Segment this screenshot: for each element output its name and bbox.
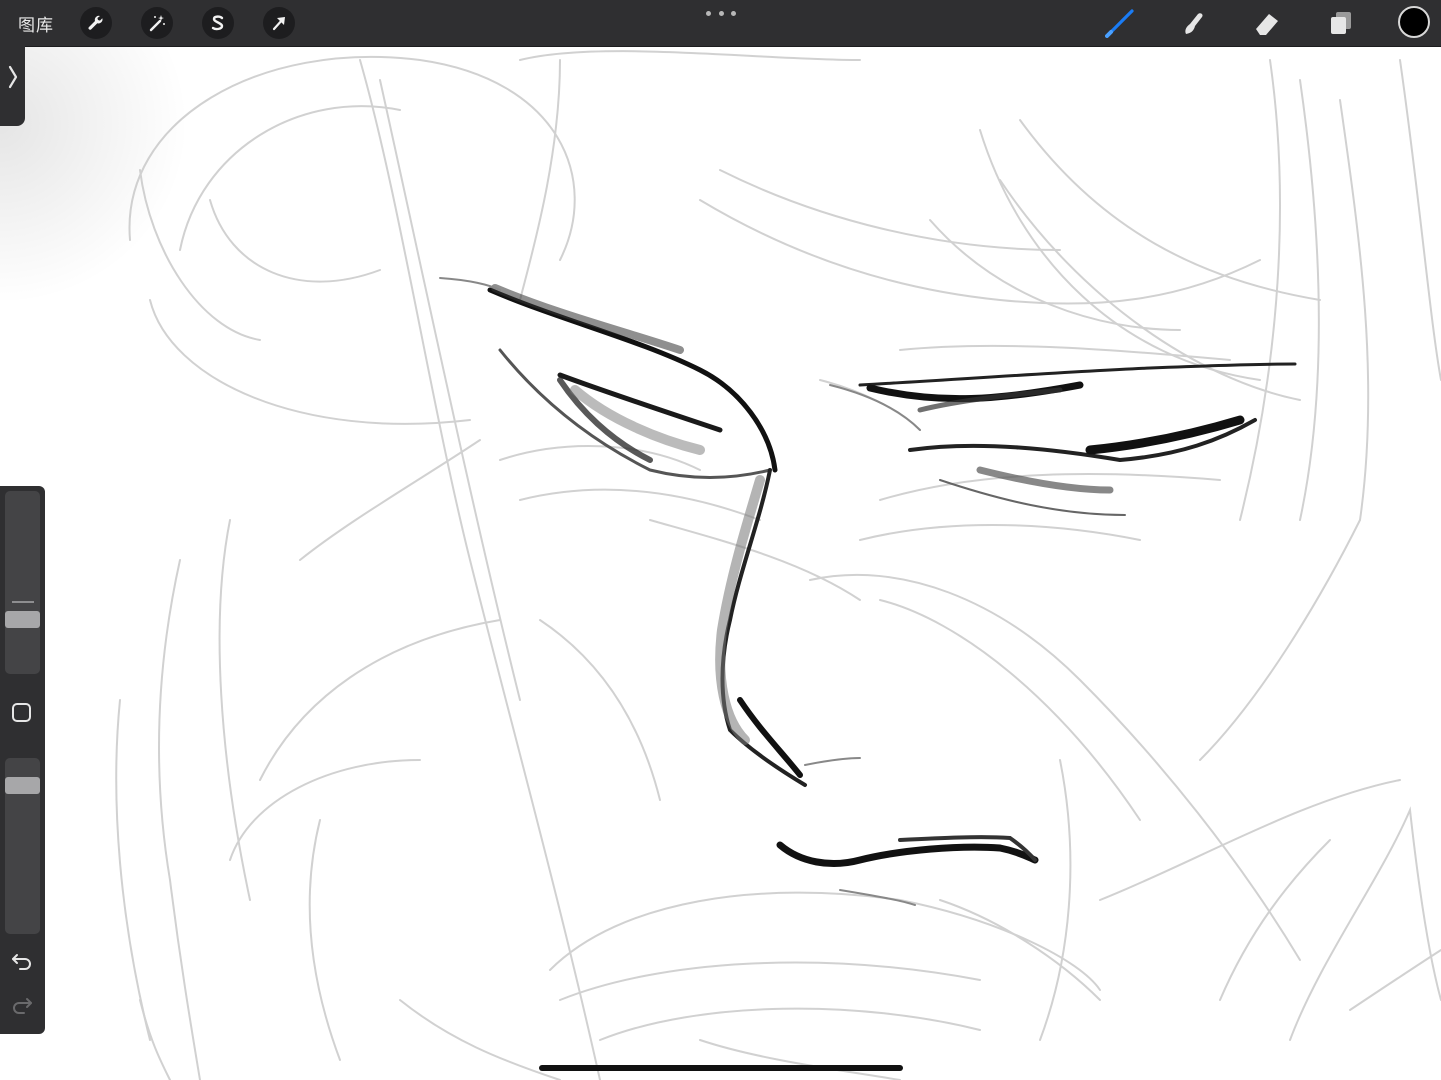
layers-icon bbox=[1331, 12, 1351, 34]
brush-tool-button[interactable] bbox=[1103, 6, 1137, 40]
left-sidebar bbox=[0, 486, 45, 1034]
drawing-canvas[interactable] bbox=[0, 0, 1441, 1080]
chevron-right-icon bbox=[8, 65, 17, 89]
brush-size-slider[interactable] bbox=[5, 491, 40, 674]
dot bbox=[706, 10, 711, 16]
brush-opacity-thumb[interactable] bbox=[5, 777, 40, 794]
magic-wand-icon bbox=[149, 15, 165, 32]
eraser-tool-button[interactable] bbox=[1250, 6, 1284, 40]
brush-opacity-slider[interactable] bbox=[5, 758, 40, 934]
redo-button[interactable] bbox=[9, 992, 35, 1018]
actions-button[interactable] bbox=[80, 7, 112, 39]
more-options-icon[interactable] bbox=[706, 5, 736, 21]
wrench-icon bbox=[88, 15, 103, 30]
top-toolbar: 图库 bbox=[0, 0, 1441, 47]
selection-s-icon bbox=[211, 15, 224, 31]
modify-square-icon[interactable] bbox=[12, 703, 31, 722]
smudge-icon bbox=[1185, 13, 1203, 34]
size-slider-tick bbox=[12, 601, 34, 603]
selection-button[interactable] bbox=[202, 7, 234, 39]
sidebar-toggle-tab[interactable] bbox=[0, 28, 25, 126]
undo-icon bbox=[12, 954, 31, 970]
dot bbox=[731, 10, 736, 16]
transform-button[interactable] bbox=[263, 7, 295, 39]
home-indicator[interactable] bbox=[539, 1065, 903, 1071]
brush-icon bbox=[1105, 9, 1134, 38]
adjustments-button[interactable] bbox=[141, 7, 173, 39]
undo-button[interactable] bbox=[9, 948, 35, 974]
eraser-icon bbox=[1256, 14, 1278, 35]
smudge-tool-button[interactable] bbox=[1176, 6, 1210, 40]
brush-size-thumb[interactable] bbox=[5, 611, 40, 628]
color-picker-button[interactable] bbox=[1398, 6, 1430, 38]
transform-arrow-icon bbox=[272, 17, 285, 31]
dot bbox=[718, 10, 724, 16]
layers-button[interactable] bbox=[1324, 6, 1358, 40]
redo-icon bbox=[13, 998, 32, 1014]
sketch-drawing bbox=[115, 50, 1441, 1080]
